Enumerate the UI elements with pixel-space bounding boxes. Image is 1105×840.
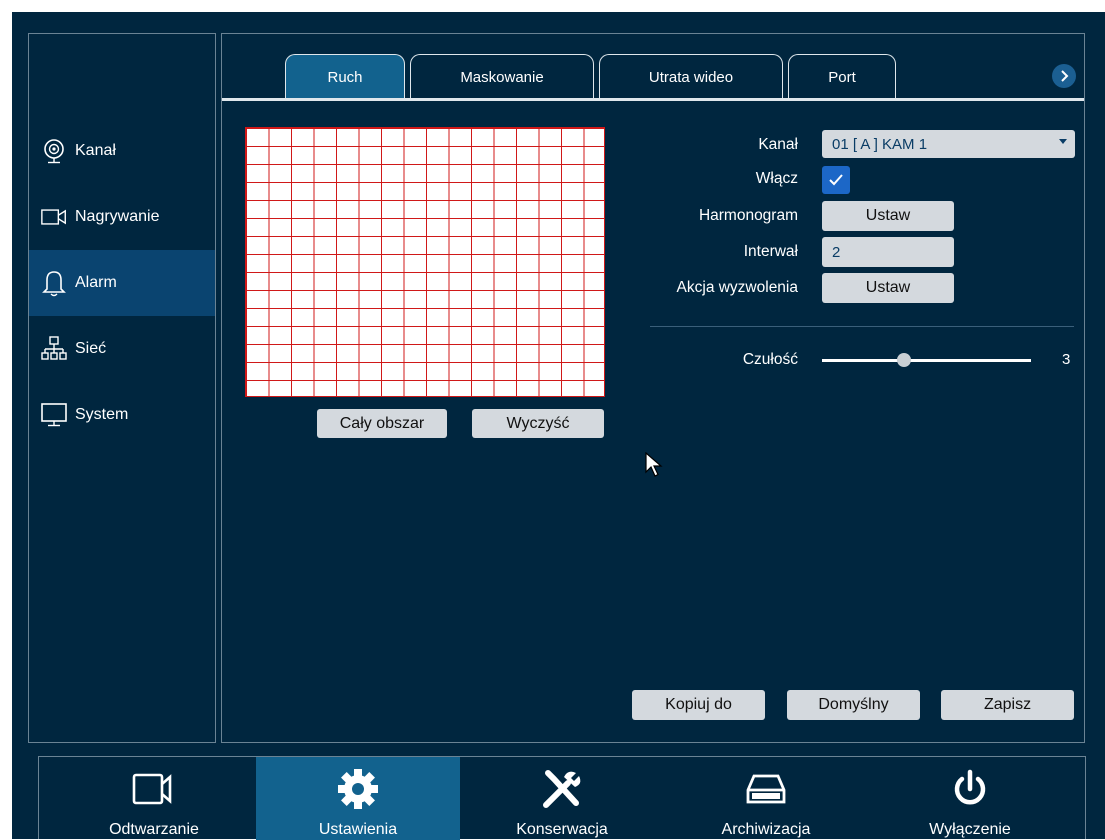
network-icon (41, 336, 67, 362)
interval-value: 2 (832, 243, 841, 261)
sidebar-item-label: Kanał (75, 142, 116, 159)
tab-label: Ruch (327, 68, 363, 86)
bell-icon (41, 270, 67, 297)
menu-label: Konserwacja (516, 821, 608, 838)
tab-underline (222, 98, 1084, 101)
channel-select[interactable]: 01 [ A ] KAM 1 (822, 130, 1075, 158)
menu-label: Ustawienia (318, 821, 398, 838)
sidebar-item-siec[interactable]: Sieć (29, 316, 215, 382)
next-tabs-button[interactable] (1052, 64, 1076, 88)
sensitivity-value: 3 (1062, 351, 1071, 368)
tab-port[interactable]: Port (788, 54, 896, 99)
enable-checkbox[interactable] (822, 166, 850, 194)
schedule-label: Harmonogram (698, 207, 798, 224)
copy-to-button[interactable]: Kopiuj do (632, 690, 765, 720)
tab-label: Utrata wideo (648, 68, 734, 86)
tab-label: Port (828, 68, 856, 86)
sidebar-item-nagrywanie[interactable]: Nagrywanie (29, 184, 215, 250)
save-button[interactable]: Zapisz (941, 690, 1074, 720)
interval-label: Interwał (743, 243, 798, 260)
schedule-set-button[interactable]: Ustaw (822, 201, 954, 231)
menu-shutdown[interactable]: Wyłączenie (868, 757, 1072, 840)
sidebar-item-label: Sieć (75, 340, 107, 357)
gear-icon (336, 769, 380, 809)
sidebar-item-label: Alarm (75, 274, 117, 291)
menu-label: Odtwarzanie (109, 821, 199, 838)
menu-label: Wyłączenie (929, 821, 1011, 838)
tools-icon (540, 769, 584, 809)
chevron-down-icon (1059, 139, 1067, 144)
menu-settings[interactable]: Ustawienia (256, 757, 460, 840)
video-camera-icon (132, 769, 176, 809)
bottom-menu-bar: Odtwarzanie Ustawienia Konserwacja Archi… (38, 756, 1086, 840)
default-button[interactable]: Domyślny (787, 690, 920, 720)
interval-input[interactable]: 2 (822, 237, 954, 267)
monitor-icon (41, 402, 67, 428)
camera-eye-icon (41, 138, 67, 164)
sidebar-item-label: System (75, 406, 129, 423)
sensitivity-slider[interactable] (822, 359, 1031, 362)
tab-maskowanie[interactable]: Maskowanie (410, 54, 594, 99)
tab-label: Maskowanie (460, 68, 544, 86)
tab-utrata-wideo[interactable]: Utrata wideo (599, 54, 783, 99)
mouse-pointer-icon (645, 451, 663, 483)
sidebar-item-alarm[interactable]: Alarm (29, 250, 215, 316)
trigger-action-set-button[interactable]: Ustaw (822, 273, 954, 303)
checkmark-icon (829, 174, 843, 186)
sidebar-item-kanal[interactable]: Kanał (29, 118, 215, 184)
power-icon (950, 769, 990, 809)
channel-value: 01 [ A ] KAM 1 (832, 135, 928, 153)
motion-detection-grid[interactable] (245, 127, 605, 397)
channel-label: Kanał (758, 136, 798, 153)
sidebar-item-system[interactable]: System (29, 382, 215, 448)
tab-bar: Ruch Maskowanie Utrata wideo Port (222, 34, 1084, 101)
video-camera-icon (41, 204, 67, 230)
enable-label: Włącz (755, 170, 798, 187)
divider (650, 326, 1074, 327)
clear-button[interactable]: Wyczyść (472, 409, 604, 438)
sensitivity-label: Czułość (742, 351, 798, 368)
trigger-action-label: Akcja wyzwolenia (676, 279, 798, 296)
sensitivity-slider-thumb[interactable] (897, 353, 911, 367)
menu-maintenance[interactable]: Konserwacja (460, 757, 664, 840)
tab-ruch[interactable]: Ruch (285, 54, 405, 99)
menu-label: Archiwizacja (721, 821, 811, 838)
sidebar: Kanał Nagrywanie Alarm Sieć System (28, 33, 216, 743)
sidebar-item-label: Nagrywanie (75, 208, 160, 225)
chevron-right-icon (1061, 70, 1069, 82)
menu-archive[interactable]: Archiwizacja (664, 757, 868, 840)
select-all-area-button[interactable]: Cały obszar (317, 409, 447, 438)
archive-drive-icon (746, 769, 786, 809)
menu-playback[interactable]: Odtwarzanie (52, 757, 256, 840)
